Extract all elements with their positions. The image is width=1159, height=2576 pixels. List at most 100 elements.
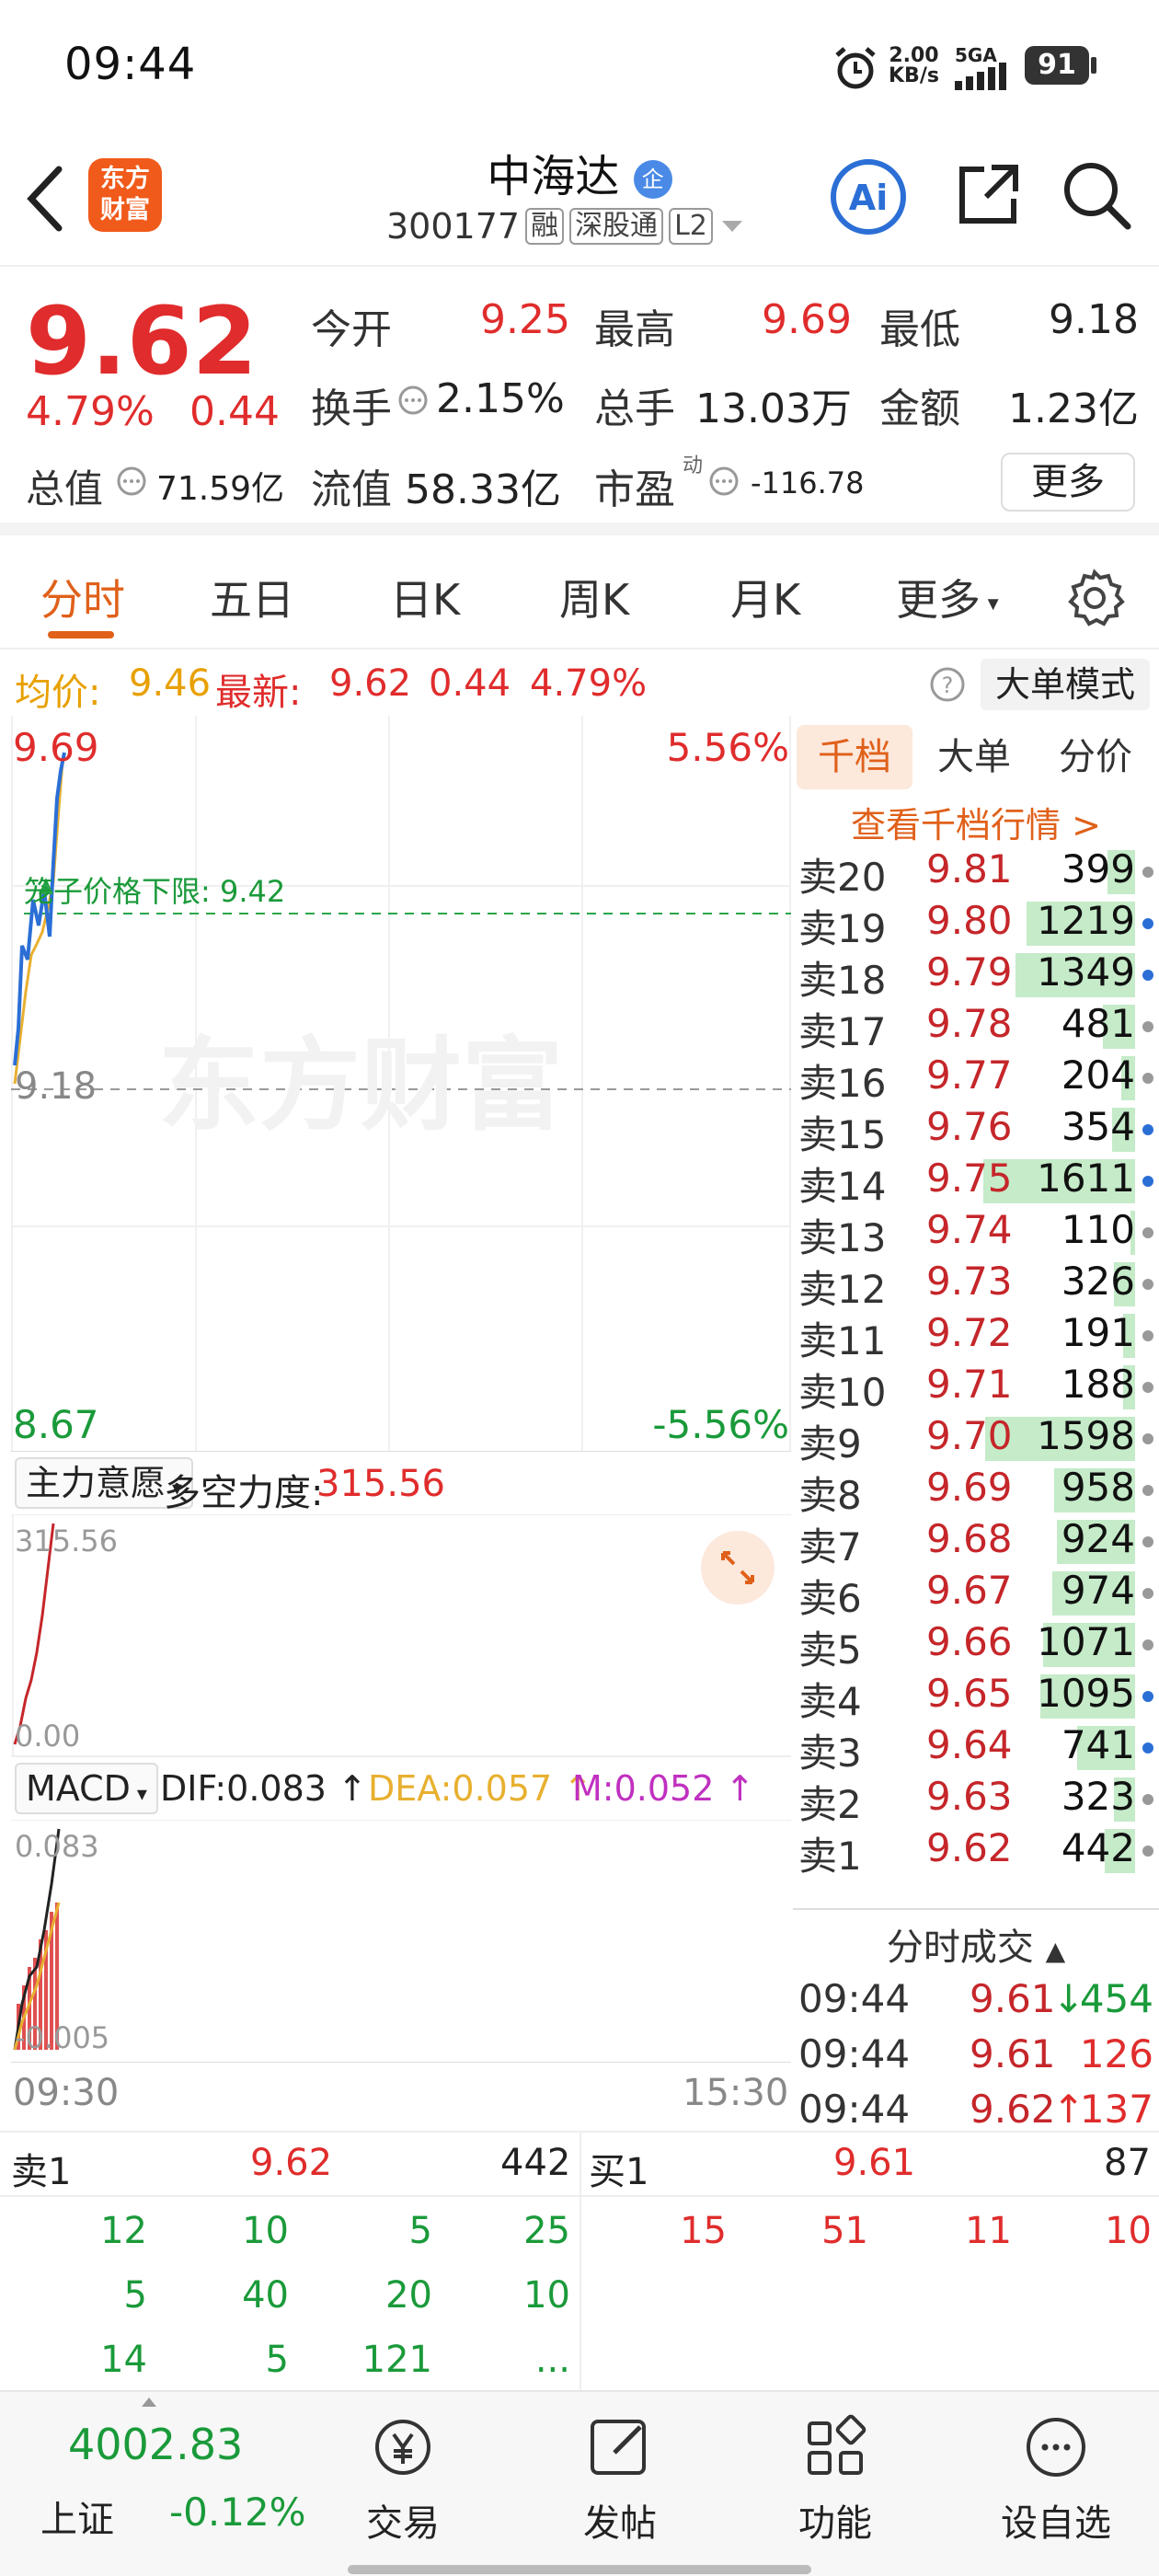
avg-value: 9.46 bbox=[129, 662, 212, 705]
price-plot: 东方财富 bbox=[11, 752, 791, 1452]
order-dot-icon bbox=[1142, 1330, 1153, 1341]
macd-plot bbox=[11, 1820, 791, 2063]
ask-row[interactable]: 卖9 9.70 1598 bbox=[793, 1413, 1159, 1466]
float-label: 流值 bbox=[311, 466, 392, 513]
settings-gear-icon[interactable] bbox=[1063, 567, 1126, 629]
more-button[interactable]: 更多 bbox=[1001, 453, 1135, 512]
svg-text:Ai: Ai bbox=[849, 178, 888, 218]
trade-row: 09:44 9.61 ↓ 454 bbox=[793, 1976, 1159, 2028]
ask-price: 9.81 bbox=[926, 846, 1013, 891]
ask-row[interactable]: 卖14 9.75 1611 bbox=[793, 1156, 1159, 1209]
ask-level: 卖16 bbox=[798, 1061, 887, 1106]
buy1-qty: 87 bbox=[1104, 2142, 1151, 2184]
ask-row[interactable]: 卖18 9.79 1349 bbox=[793, 949, 1159, 1003]
nav-add-watchlist[interactable]: 设自选 bbox=[982, 2410, 1130, 2547]
ask-row[interactable]: 卖5 9.66 1071 bbox=[793, 1619, 1159, 1673]
ask-row[interactable]: 卖15 9.76 354 bbox=[793, 1104, 1159, 1157]
axis-pct-top: 5.56% bbox=[666, 725, 789, 770]
ask-qty: 188 bbox=[1061, 1362, 1135, 1407]
nav-trade[interactable]: 交易 bbox=[329, 2410, 476, 2547]
ask-row[interactable]: 卖12 9.73 326 bbox=[793, 1259, 1159, 1312]
ask-row[interactable]: 卖11 9.72 191 bbox=[793, 1310, 1159, 1363]
tab-intraday[interactable]: 分时 bbox=[40, 567, 125, 627]
expand-arrows-icon[interactable] bbox=[701, 1531, 775, 1604]
tab-five-day[interactable]: 五日 bbox=[210, 567, 294, 627]
tab-daily-k[interactable]: 日K bbox=[390, 567, 460, 627]
ask-level: 卖4 bbox=[798, 1679, 862, 1724]
latest-value: 9.62 bbox=[329, 662, 412, 705]
axis-price-top: 9.69 bbox=[13, 725, 99, 770]
nav-functions[interactable]: 功能 bbox=[762, 2410, 909, 2547]
buy-queue-cell: 15 bbox=[680, 2210, 727, 2252]
ask-row[interactable]: 卖10 9.71 188 bbox=[793, 1362, 1159, 1415]
sell-queue-cell: 40 bbox=[242, 2274, 289, 2317]
more-dots-icon bbox=[1027, 2418, 1085, 2477]
ask-row[interactable]: 卖2 9.63 323 bbox=[793, 1774, 1159, 1827]
order-dot-icon bbox=[1142, 1742, 1153, 1754]
search-icon[interactable] bbox=[1060, 158, 1133, 232]
latest-change: 0.44 bbox=[429, 662, 511, 705]
level2-tag: L2 bbox=[669, 208, 713, 245]
order-dot-icon bbox=[1142, 1021, 1153, 1032]
ask-row[interactable]: 卖20 9.81 399 bbox=[793, 846, 1159, 900]
tab-price-distribution[interactable]: 分价 bbox=[1036, 725, 1155, 789]
tab-large-orders[interactable]: 大单 bbox=[916, 725, 1032, 789]
ask-level: 卖7 bbox=[798, 1524, 862, 1570]
macd-select[interactable]: MACD ▾ bbox=[15, 1763, 158, 1814]
view-depth-link[interactable]: 查看千档行情 > bbox=[793, 797, 1159, 847]
signal-icon bbox=[955, 63, 1006, 90]
tab-depth[interactable]: 千档 bbox=[797, 725, 912, 789]
ask-row[interactable]: 卖3 9.64 741 bbox=[793, 1722, 1159, 1776]
index-name[interactable]: 上证 bbox=[40, 2490, 114, 2543]
ask-price: 9.64 bbox=[926, 1722, 1013, 1767]
share-icon[interactable] bbox=[953, 160, 1023, 230]
info-icon[interactable] bbox=[116, 466, 147, 497]
ask-row[interactable]: 卖13 9.74 110 bbox=[793, 1207, 1159, 1260]
nav-post[interactable]: 发帖 bbox=[546, 2410, 694, 2547]
ask-row[interactable]: 卖7 9.68 924 bbox=[793, 1516, 1159, 1570]
expand-button[interactable] bbox=[701, 1531, 775, 1604]
amount-value: 1.23亿 bbox=[1008, 385, 1139, 432]
sell1-qty: 442 bbox=[500, 2142, 571, 2184]
dropdown-triangle-icon[interactable] bbox=[718, 217, 746, 236]
large-order-mode-button[interactable]: 大单模式 bbox=[981, 659, 1150, 710]
info-icon[interactable] bbox=[397, 385, 429, 416]
macd-m: M:0.052 ↑ bbox=[572, 1768, 755, 1809]
trades-title[interactable]: 分时成交 ▲ bbox=[793, 1917, 1159, 1971]
index-value[interactable]: 4002.83 bbox=[68, 2420, 243, 2469]
ask-qty: 323 bbox=[1061, 1774, 1135, 1819]
macd-axis-top: 0.083 bbox=[15, 1829, 99, 1864]
help-icon[interactable]: ? bbox=[929, 666, 966, 703]
trade-qty: 126 bbox=[1079, 2031, 1153, 2076]
ask-row[interactable]: 卖16 9.77 204 bbox=[793, 1052, 1159, 1106]
turnover-value: 2.15% bbox=[436, 375, 565, 422]
ask-row[interactable]: 卖4 9.65 1095 bbox=[793, 1671, 1159, 1724]
ask-row[interactable]: 卖1 9.62 442 bbox=[793, 1825, 1159, 1879]
ask-qty: 354 bbox=[1061, 1104, 1135, 1149]
ai-assistant-icon[interactable]: Ai bbox=[828, 156, 909, 237]
ask-price: 9.65 bbox=[926, 1671, 1013, 1716]
tab-weekly-k[interactable]: 周K bbox=[559, 567, 629, 627]
tab-monthly-k[interactable]: 月K bbox=[730, 567, 800, 627]
order-dot-icon bbox=[1142, 1433, 1153, 1444]
ask-level: 卖2 bbox=[798, 1782, 862, 1827]
intraday-chart[interactable]: 东方财富 9.69 5.56% 笼子价格下限: 9.42 9.18 8.67 -… bbox=[11, 716, 791, 1452]
ask-price: 9.73 bbox=[926, 1259, 1013, 1304]
trade-time: 09:44 bbox=[798, 2087, 911, 2132]
sell1-price: 9.62 bbox=[250, 2142, 333, 2184]
divider bbox=[793, 1908, 1159, 1910]
ask-row[interactable]: 卖6 9.67 974 bbox=[793, 1568, 1159, 1621]
grid-apps-icon bbox=[808, 2414, 866, 2475]
ask-row[interactable]: 卖19 9.80 1219 bbox=[793, 898, 1159, 951]
ask-row[interactable]: 卖8 9.69 958 bbox=[793, 1465, 1159, 1518]
ask-price: 9.66 bbox=[926, 1619, 1013, 1664]
ask-qty: 1349 bbox=[1037, 949, 1135, 995]
index-change[interactable]: -0.12% bbox=[169, 2490, 306, 2535]
sell-queue-cell: 5 bbox=[265, 2339, 289, 2381]
ask-row[interactable]: 卖17 9.78 481 bbox=[793, 1001, 1159, 1054]
info-icon[interactable] bbox=[708, 466, 740, 497]
stock-header: 东方 财富 中海达 企 300177 融 深股通 L2 Ai bbox=[0, 138, 1159, 267]
volume-label: 总手 bbox=[594, 385, 675, 432]
order-dot-icon bbox=[1142, 1588, 1153, 1599]
tab-more[interactable]: 更多 ▾ bbox=[896, 567, 999, 627]
